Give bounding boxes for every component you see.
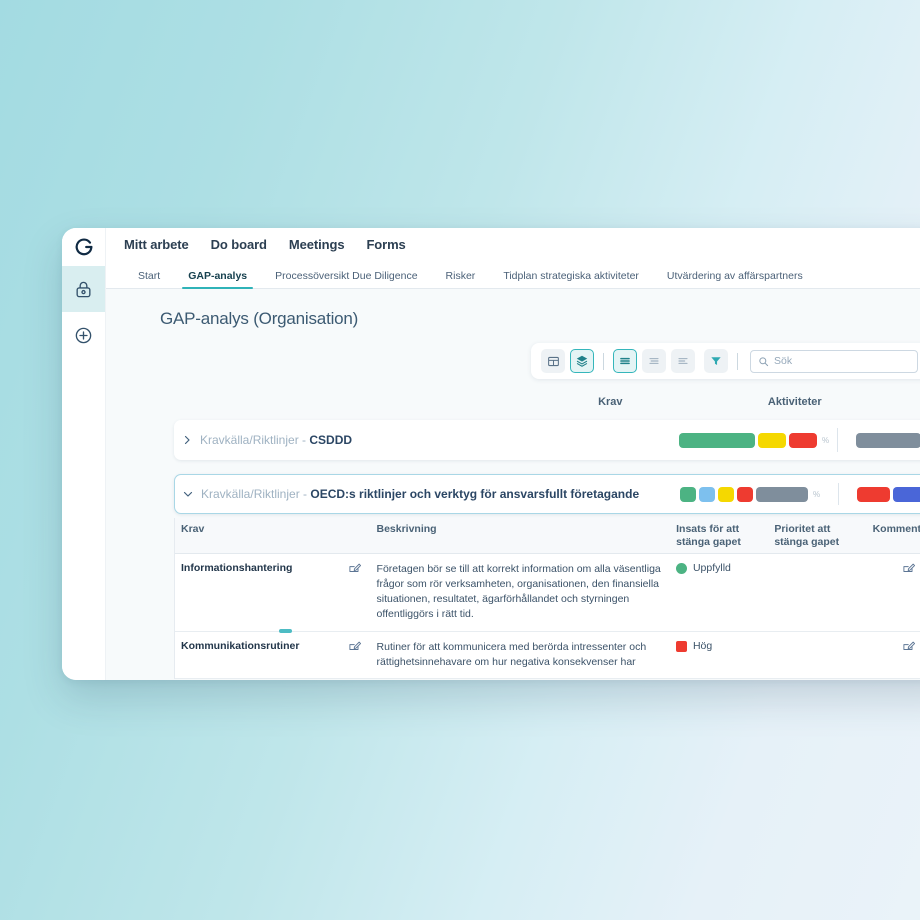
topnav-item-3[interactable]: Forms bbox=[366, 237, 405, 252]
content-area: GAP-analys (Organisation) bbox=[106, 289, 920, 680]
table-view-icon[interactable] bbox=[541, 349, 565, 373]
detail-table: Krav Beskrivning Insats för att stänga g… bbox=[174, 518, 920, 679]
table-row[interactable]: Kommunikationsrutiner Rutiner för att ko… bbox=[175, 632, 920, 679]
detail-header-prioritet: Prioritet att stänga gapet bbox=[774, 523, 872, 549]
group-krav-bars: % bbox=[679, 420, 829, 460]
cell-beskrivning: Företagen bör se till att korrekt inform… bbox=[377, 562, 676, 623]
tab-start[interactable]: Start bbox=[124, 270, 174, 288]
cell-kommentar[interactable] bbox=[872, 640, 920, 670]
cell-krav: Informationshantering bbox=[175, 562, 377, 623]
bar-segment bbox=[679, 433, 755, 448]
topnav-item-1[interactable]: Do board bbox=[211, 237, 267, 252]
bar-segment bbox=[856, 433, 920, 448]
sidebar-item-add[interactable] bbox=[62, 312, 105, 358]
cell-insats[interactable]: Uppfylld bbox=[676, 562, 774, 623]
group-aktiviteter-bars bbox=[857, 475, 920, 513]
group-cell-divider bbox=[838, 483, 839, 505]
bar-segment bbox=[680, 487, 696, 502]
detail-header-prioritet-line2: stänga gapet bbox=[774, 536, 839, 548]
detail-header-prioritet-line1: Prioritet att bbox=[774, 523, 830, 535]
insats-label: Uppfylld bbox=[693, 562, 731, 574]
column-header-krav: Krav bbox=[598, 396, 768, 408]
group-column-headers: Krav Aktiviteter bbox=[106, 389, 920, 415]
view-toolbar: Sök bbox=[531, 343, 920, 379]
tab-gap-analys[interactable]: GAP-analys bbox=[174, 270, 261, 288]
bar-percent-label: % bbox=[822, 436, 829, 445]
app-logo[interactable] bbox=[62, 228, 105, 266]
detail-header-insats: Insats för att stänga gapet bbox=[676, 523, 774, 549]
tab-processoversikt[interactable]: Processöversikt Due Diligence bbox=[261, 270, 431, 288]
group-row-oecd[interactable]: Kravkälla/Riktlinjer - OECD:s riktlinjer… bbox=[174, 474, 920, 514]
bar-segment bbox=[789, 433, 817, 448]
krav-title: Informationshantering bbox=[181, 562, 292, 574]
group-cell-divider bbox=[837, 428, 838, 452]
bar-segment bbox=[756, 487, 808, 502]
tab-risker[interactable]: Risker bbox=[432, 270, 490, 288]
group-row-csddd[interactable]: Kravkälla/Riktlinjer - CSDDD % bbox=[174, 420, 920, 460]
edit-note-icon[interactable] bbox=[348, 562, 361, 575]
sidebar-item-lock[interactable] bbox=[62, 266, 105, 312]
edit-note-icon[interactable] bbox=[902, 562, 915, 623]
page-title: GAP-analys (Organisation) bbox=[106, 289, 920, 329]
insats-label: Hög bbox=[693, 640, 712, 652]
status-badge bbox=[676, 641, 687, 652]
top-navigation: Mitt arbete Do board Meetings Forms bbox=[106, 228, 920, 261]
group-label-csddd: Kravkälla/Riktlinjer - CSDDD bbox=[200, 433, 352, 447]
group-label-oecd: Kravkälla/Riktlinjer - OECD:s riktlinjer… bbox=[201, 487, 639, 501]
toolbar-divider-1 bbox=[603, 353, 604, 370]
bar-segment bbox=[758, 433, 786, 448]
detail-header-insats-line1: Insats för att bbox=[676, 523, 739, 535]
toolbar-divider-2 bbox=[737, 353, 738, 370]
bar-segment bbox=[857, 487, 890, 502]
search-placeholder: Sök bbox=[774, 355, 792, 367]
column-header-aktiviteter: Aktiviteter bbox=[768, 396, 920, 408]
krav-title: Kommunikationsrutiner bbox=[181, 640, 299, 652]
search-icon bbox=[758, 356, 769, 367]
detail-header-kommentar: Kommentar bbox=[873, 523, 920, 549]
bar-segment bbox=[737, 487, 753, 502]
tab-bar: Start GAP-analys Processöversikt Due Dil… bbox=[106, 261, 920, 289]
edit-note-icon[interactable] bbox=[348, 640, 361, 653]
topnav-item-2[interactable]: Meetings bbox=[289, 237, 345, 252]
horizontal-scroll-handle[interactable] bbox=[279, 629, 292, 633]
table-row[interactable]: Informationshantering Företagen bör se t… bbox=[175, 554, 920, 632]
group-krav-bars: % bbox=[680, 475, 820, 513]
detail-table-header: Krav Beskrivning Insats för att stänga g… bbox=[175, 518, 920, 554]
group-aktiviteter-bars bbox=[856, 420, 920, 460]
filter-icon[interactable] bbox=[704, 349, 728, 373]
bar-segment bbox=[718, 487, 734, 502]
cell-prioritet[interactable] bbox=[774, 640, 872, 670]
chevron-down-icon[interactable] bbox=[175, 488, 201, 500]
bar-segment bbox=[893, 487, 920, 502]
chevron-right-icon[interactable] bbox=[174, 434, 200, 446]
left-rail bbox=[62, 228, 106, 680]
detail-header-krav: Krav bbox=[175, 523, 376, 549]
status-badge bbox=[676, 563, 687, 574]
cell-krav: Kommunikationsrutiner bbox=[175, 640, 377, 670]
cell-kommentar[interactable] bbox=[872, 562, 920, 623]
cell-insats[interactable]: Hög bbox=[676, 640, 774, 670]
app-window: Mitt arbete Do board Meetings Forms Star… bbox=[62, 228, 920, 680]
tab-tidplan[interactable]: Tidplan strategiska aktiviteter bbox=[489, 270, 653, 288]
bar-percent-label: % bbox=[813, 490, 820, 499]
detail-header-insats-line2: stänga gapet bbox=[676, 536, 741, 548]
detail-header-beskrivning: Beskrivning bbox=[376, 523, 676, 549]
tab-utvardering[interactable]: Utvärdering av affärspartners bbox=[653, 270, 817, 288]
row-height-small-icon[interactable] bbox=[671, 349, 695, 373]
board-table: Krav Aktiviteter Kravkälla/Riktlinjer - … bbox=[106, 389, 920, 680]
search-input[interactable]: Sök bbox=[750, 350, 918, 373]
cell-beskrivning: Rutiner för att kommunicera med berörda … bbox=[377, 640, 676, 670]
bar-segment bbox=[699, 487, 715, 502]
row-height-large-icon[interactable] bbox=[613, 349, 637, 373]
layers-view-icon[interactable] bbox=[570, 349, 594, 373]
cell-prioritet[interactable] bbox=[774, 562, 872, 623]
topnav-item-0[interactable]: Mitt arbete bbox=[124, 237, 189, 252]
row-height-medium-icon[interactable] bbox=[642, 349, 666, 373]
edit-note-icon[interactable] bbox=[902, 640, 915, 670]
